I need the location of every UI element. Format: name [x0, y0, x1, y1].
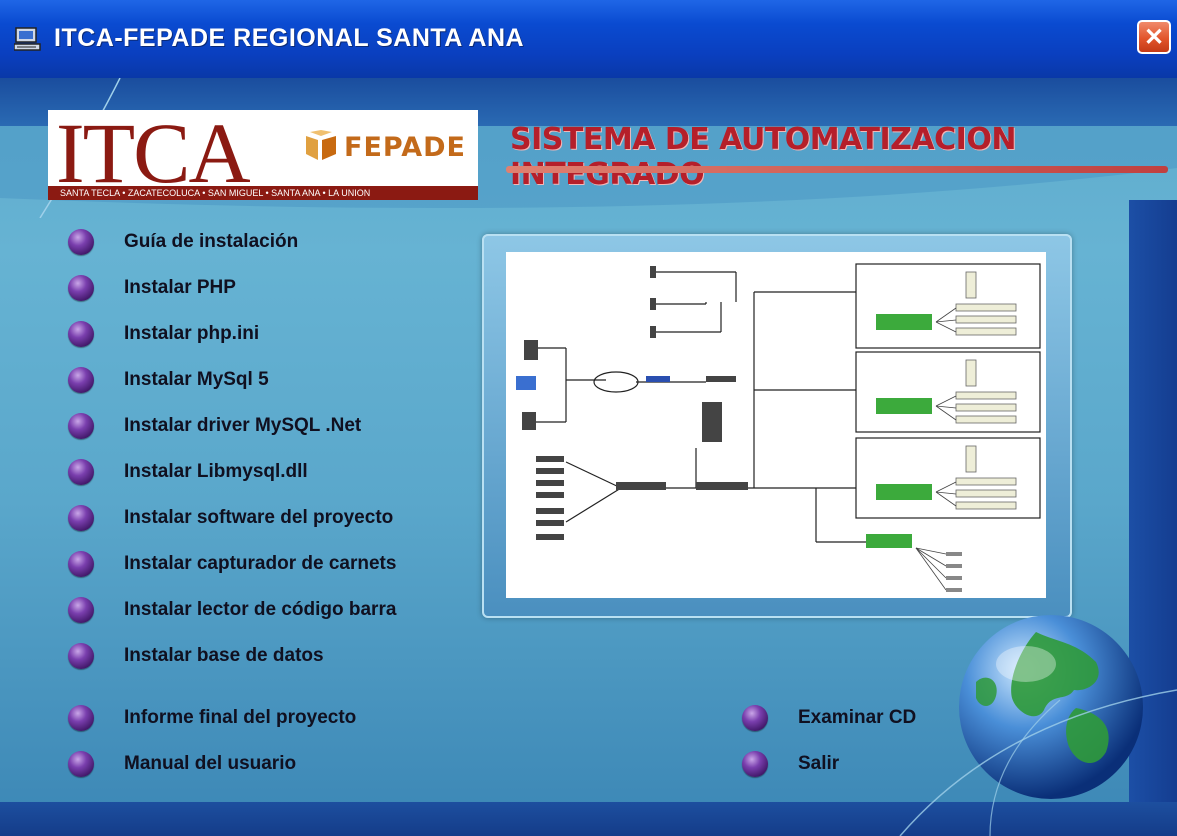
examinar-cd-button[interactable]: Examinar CD [742, 702, 916, 734]
close-button[interactable]: ✕ [1137, 20, 1171, 54]
menu-item-instalar-capturador[interactable]: Instalar capturador de carnets [68, 548, 396, 580]
menu-item-informe-final[interactable]: Informe final del proyecto [68, 702, 356, 734]
menu-item-label: Instalar Libmysql.dll [124, 461, 308, 482]
logo-itca-text: ITCA [56, 105, 251, 201]
menu-item-instalar-base-datos[interactable]: Instalar base de datos [68, 640, 324, 672]
bullet-icon [68, 229, 94, 255]
menu-item-label: Informe final del proyecto [124, 707, 357, 728]
bullet-icon [742, 751, 768, 777]
bullet-icon [68, 751, 94, 777]
bullet-icon [68, 505, 94, 531]
menu-item-manual-usuario[interactable]: Manual del usuario [68, 748, 296, 780]
bullet-icon [68, 705, 94, 731]
bullet-icon [68, 551, 94, 577]
menu-item-label: Manual del usuario [124, 753, 297, 774]
menu-item-label: Guía de instalación [124, 231, 299, 252]
menu-item-label: Instalar php.ini [124, 323, 260, 344]
menu-item-label: Instalar driver MySQL .Net [124, 415, 362, 436]
menu-item-instalar-lector[interactable]: Instalar lector de código barra [68, 594, 396, 626]
menu-item-guia-instalacion[interactable]: Guía de instalación [68, 226, 298, 258]
menu-item-instalar-mysql[interactable]: Instalar MySql 5 [68, 364, 269, 396]
menu-item-label: Instalar MySql 5 [124, 369, 269, 390]
window-title: ITCA-FEPADE REGIONAL SANTA ANA [54, 24, 525, 52]
menu-item-instalar-libmysql[interactable]: Instalar Libmysql.dll [68, 456, 308, 488]
salir-label: Salir [798, 753, 840, 774]
bullet-icon [742, 705, 768, 731]
logo-fepade-text: FEPADE [344, 132, 466, 163]
bullet-icon [68, 643, 94, 669]
network-diagram [506, 252, 1046, 598]
title-underline [506, 166, 1168, 173]
menu-item-instalar-php[interactable]: Instalar PHP [68, 272, 236, 304]
menu-item-instalar-php-ini[interactable]: Instalar php.ini [68, 318, 259, 350]
examinar-cd-label: Examinar CD [798, 707, 917, 728]
system-title: SISTEMA DE AUTOMATIZACION INTEGRADO [510, 122, 1016, 192]
globe-icon [959, 615, 1143, 799]
menu-item-instalar-software[interactable]: Instalar software del proyecto [68, 502, 393, 534]
computer-icon [14, 27, 41, 51]
menu-item-label: Instalar lector de código barra [124, 599, 397, 620]
menu-item-label: Instalar base de datos [124, 645, 324, 666]
close-icon: ✕ [1143, 23, 1165, 51]
fepade-mark-icon [306, 130, 336, 160]
menu-item-label: Instalar PHP [124, 277, 236, 298]
itca-logo: ITCA FEPADE SANTA TECLA • ZACATECOLUCA •… [48, 105, 478, 201]
bullet-icon [68, 367, 94, 393]
menu-item-instalar-driver-mysql[interactable]: Instalar driver MySQL .Net [68, 410, 361, 442]
bullet-icon [68, 321, 94, 347]
logo-campus-strip: SANTA TECLA • ZACATECOLUCA • SAN MIGUEL … [48, 186, 478, 200]
bottom-strip [0, 802, 1177, 836]
bullet-icon [68, 275, 94, 301]
salir-button[interactable]: Salir [742, 748, 839, 780]
bullet-icon [68, 413, 94, 439]
menu-item-label: Instalar capturador de carnets [124, 553, 397, 574]
menu-item-label: Instalar software del proyecto [124, 507, 394, 528]
title-bar[interactable]: ITCA-FEPADE REGIONAL SANTA ANA ✕ [0, 0, 1177, 78]
bullet-icon [68, 597, 94, 623]
installer-window: ITCA-FEPADE REGIONAL SANTA ANA ✕ ITCA FE… [0, 0, 1177, 836]
bullet-icon [68, 459, 94, 485]
